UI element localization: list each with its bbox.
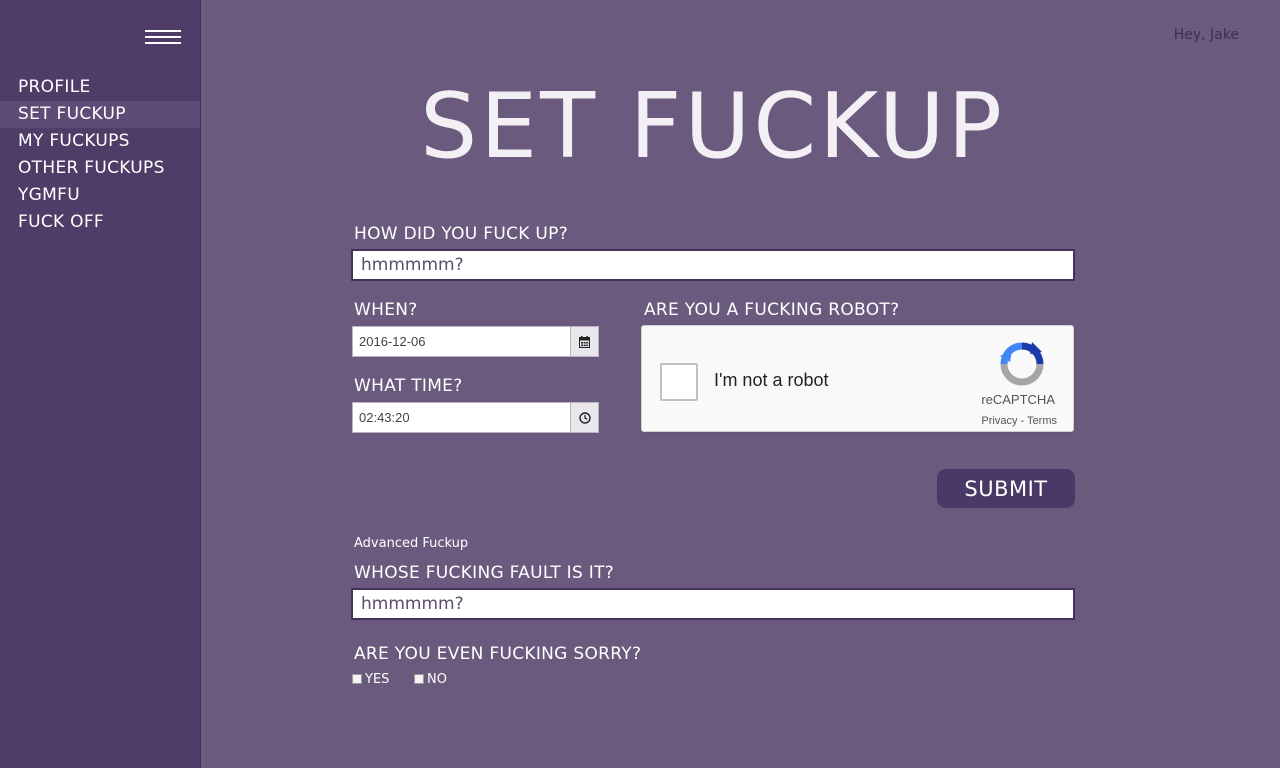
how-label: HOW DID YOU FUCK UP? bbox=[354, 224, 569, 244]
sidebar-item-other-fuckups[interactable]: OTHER FUCKUPS bbox=[0, 155, 200, 182]
hamburger-line bbox=[145, 36, 181, 38]
hamburger-menu-icon[interactable] bbox=[145, 29, 181, 47]
calendar-icon bbox=[579, 335, 590, 348]
fault-label: WHOSE FUCKING FAULT IS IT? bbox=[354, 563, 615, 583]
recaptcha-label: I'm not a robot bbox=[714, 370, 829, 390]
recaptcha-widget: I'm not a robot reCAPTCHA Privacy - Term… bbox=[641, 325, 1074, 432]
sidebar-item-ygmfu[interactable]: YGMFU bbox=[0, 182, 200, 209]
sorry-no-option[interactable]: NO bbox=[414, 672, 447, 687]
how-input[interactable] bbox=[351, 249, 1075, 281]
user-greeting[interactable]: Hey, Jake bbox=[1174, 27, 1239, 43]
recaptcha-brand: reCAPTCHA bbox=[981, 392, 1055, 407]
sidebar-nav: PROFILE SET FUCKUP MY FUCKUPS OTHER FUCK… bbox=[0, 74, 200, 236]
page-title: SET FUCKUP bbox=[420, 74, 1005, 179]
clock-button[interactable] bbox=[570, 403, 598, 432]
clock-icon bbox=[578, 411, 591, 424]
sorry-yes-option[interactable]: YES bbox=[352, 672, 389, 687]
submit-button[interactable]: SUBMIT bbox=[937, 469, 1075, 508]
sidebar: PROFILE SET FUCKUP MY FUCKUPS OTHER FUCK… bbox=[0, 0, 201, 768]
when-label: WHEN? bbox=[354, 300, 418, 320]
sidebar-item-my-fuckups[interactable]: MY FUCKUPS bbox=[0, 128, 200, 155]
recaptcha-logo-icon bbox=[1000, 342, 1044, 386]
time-label: WHAT TIME? bbox=[354, 376, 463, 396]
recaptcha-links[interactable]: Privacy - Terms bbox=[981, 415, 1057, 427]
sidebar-item-profile[interactable]: PROFILE bbox=[0, 74, 200, 101]
date-field bbox=[352, 326, 599, 357]
hamburger-line bbox=[145, 30, 181, 32]
sidebar-item-set-fuckup[interactable]: SET FUCKUP bbox=[0, 101, 200, 128]
robot-label: ARE YOU A FUCKING ROBOT? bbox=[644, 300, 900, 320]
time-field bbox=[352, 402, 599, 433]
fault-input[interactable] bbox=[351, 588, 1075, 620]
date-input[interactable] bbox=[353, 327, 571, 356]
time-input[interactable] bbox=[353, 403, 571, 432]
sorry-yes-label: YES bbox=[365, 672, 390, 687]
calendar-button[interactable] bbox=[570, 327, 598, 356]
sorry-yes-checkbox[interactable] bbox=[352, 673, 362, 684]
sorry-no-label: NO bbox=[427, 672, 447, 687]
hamburger-line bbox=[145, 42, 181, 44]
advanced-fuckup-toggle[interactable]: Advanced Fuckup bbox=[354, 536, 468, 551]
sorry-label: ARE YOU EVEN FUCKING SORRY? bbox=[354, 644, 642, 664]
sorry-no-checkbox[interactable] bbox=[414, 673, 424, 684]
recaptcha-checkbox[interactable] bbox=[660, 363, 698, 401]
sidebar-item-fuck-off[interactable]: FUCK OFF bbox=[0, 209, 200, 236]
